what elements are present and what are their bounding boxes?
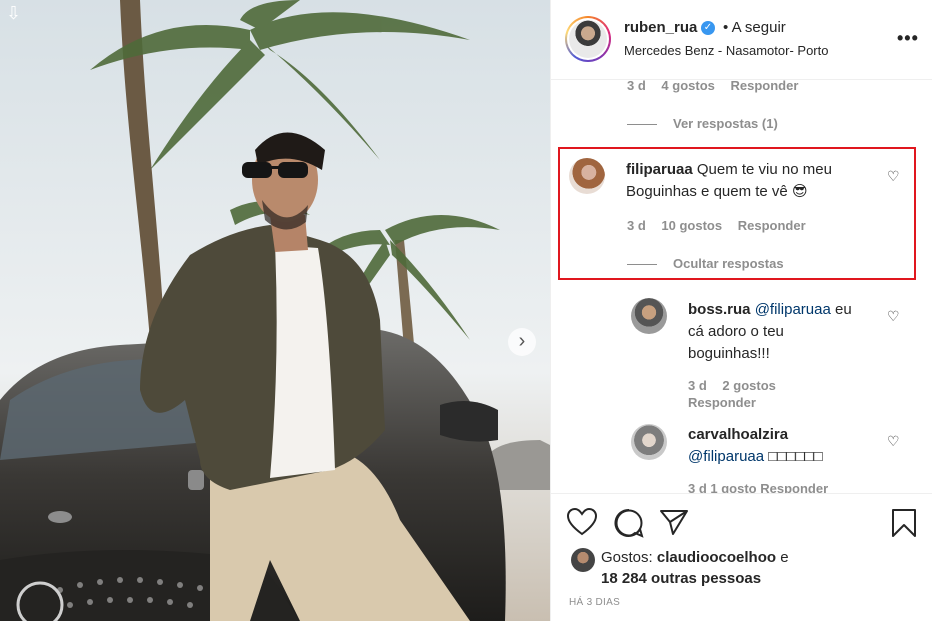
reply-text: boss.rua @filiparuaa eu cá adoro o teu b… bbox=[688, 301, 852, 362]
likes-summary[interactable]: Gostos: claudioocoelhoo e 18 284 outras … bbox=[601, 547, 789, 589]
share-icon[interactable] bbox=[659, 508, 689, 536]
commenter-avatar[interactable] bbox=[631, 298, 667, 334]
comment-icon[interactable] bbox=[614, 508, 644, 538]
carousel-next-button[interactable]: › bbox=[508, 328, 536, 356]
bookmark-icon[interactable] bbox=[891, 508, 917, 538]
author-avatar[interactable] bbox=[565, 16, 611, 62]
download-icon[interactable]: ⇩ bbox=[6, 4, 21, 22]
reply-meta-cut: 3 d 1 gosto Responder bbox=[688, 481, 829, 493]
more-options-icon[interactable]: ••• bbox=[897, 28, 919, 49]
reply-like-heart-icon[interactable]: ♡ bbox=[887, 308, 900, 325]
reply-like-heart-icon[interactable]: ♡ bbox=[887, 433, 900, 450]
mention-link[interactable]: @filiparuaa bbox=[755, 301, 831, 318]
reply-username[interactable]: boss.rua bbox=[688, 301, 751, 318]
action-bar: Gostos: claudioocoelhoo e 18 284 outras … bbox=[551, 493, 932, 621]
reply-text: carvalhoalzira @filiparuaa □□□□□□ bbox=[688, 426, 823, 465]
post-panel: ruben_rua ✓ • A seguir Mercedes Benz - N… bbox=[550, 0, 932, 621]
liker-avatar[interactable] bbox=[571, 548, 595, 572]
highlight-box bbox=[558, 147, 916, 280]
reply-button[interactable]: Responder bbox=[688, 395, 756, 410]
post-location[interactable]: Mercedes Benz - Nasamotor- Porto bbox=[624, 43, 828, 58]
commenter-avatar[interactable] bbox=[631, 424, 667, 460]
heart-icon[interactable] bbox=[567, 508, 597, 536]
mention-link[interactable]: @filiparuaa bbox=[688, 448, 764, 465]
comments-list[interactable]: 3 d 4 gostos Responder Ver respostas (1)… bbox=[551, 80, 932, 493]
view-replies-button[interactable]: Ver respostas (1) bbox=[627, 116, 778, 131]
follow-status[interactable]: • A seguir bbox=[723, 19, 786, 36]
verified-badge-icon: ✓ bbox=[701, 21, 715, 35]
post-time-ago[interactable]: HÁ 3 DIAS bbox=[569, 597, 620, 608]
reply-meta: 3 d 2 gostos bbox=[688, 378, 776, 393]
post-photo[interactable]: ⇩ › bbox=[0, 0, 550, 621]
author-username[interactable]: ruben_rua bbox=[624, 19, 697, 36]
photo-illustration bbox=[0, 0, 550, 621]
reply-username[interactable]: carvalhoalzira bbox=[688, 426, 788, 443]
post-header: ruben_rua ✓ • A seguir Mercedes Benz - N… bbox=[551, 0, 932, 80]
chevron-right-icon: › bbox=[518, 330, 526, 352]
comment-meta: 3 d 4 gostos Responder bbox=[627, 80, 799, 93]
